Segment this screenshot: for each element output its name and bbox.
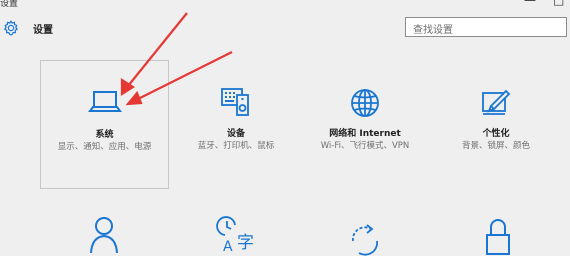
minimize-button[interactable]: — <box>524 0 536 6</box>
window-title: 设置 <box>0 0 19 9</box>
svg-text:A: A <box>223 239 233 255</box>
tile-system[interactable]: 系统 显示、通知、应用、电源 <box>40 60 169 189</box>
tile-time-language[interactable]: 字 A <box>205 215 265 256</box>
tile-update-security[interactable] <box>335 215 395 256</box>
paint-pen-icon <box>482 89 511 115</box>
clock-language-icon: 字 A <box>216 216 254 255</box>
person-icon <box>90 217 118 254</box>
tile-system-label: 系统 <box>95 130 114 140</box>
tile-personalization-desc: 背景、锁屏、颜色 <box>461 141 530 151</box>
globe-icon <box>351 89 379 117</box>
gear-icon <box>3 20 18 36</box>
tile-devices-desc: 蓝牙、打印机、鼠标 <box>197 141 275 151</box>
keyboard-speaker-icon <box>221 88 249 116</box>
title-bar: 设置 — □ <box>0 0 570 10</box>
laptop-icon <box>87 91 122 112</box>
page-title: 设置 <box>33 25 53 36</box>
tile-personalization[interactable]: 个性化 背景、锁屏、颜色 <box>440 60 552 160</box>
tile-network-label: 网络和 Internet <box>329 129 401 139</box>
tile-personalization-label: 个性化 <box>482 129 510 139</box>
language-glyph: 字 <box>237 233 254 253</box>
tile-network[interactable]: 网络和 Internet Wi-Fi、飞行模式、VPN <box>300 60 430 160</box>
tile-devices[interactable]: 设备 蓝牙、打印机、鼠标 <box>180 60 292 160</box>
update-icon <box>352 224 378 256</box>
lock-icon <box>486 219 510 255</box>
search-input[interactable]: 查找设置 <box>405 17 567 37</box>
settings-window: 设置 — □ 设置 查找设置 系统 显示、通知、应用、电源 设备 蓝牙、打印机、… <box>0 0 570 256</box>
tile-devices-label: 设备 <box>226 129 245 139</box>
tile-network-desc: Wi-Fi、飞行模式、VPN <box>320 141 410 151</box>
maximize-button[interactable]: □ <box>553 0 564 6</box>
tile-system-desc: 显示、通知、应用、电源 <box>57 142 152 152</box>
tile-privacy[interactable] <box>468 215 528 256</box>
tile-accounts[interactable] <box>74 215 134 256</box>
